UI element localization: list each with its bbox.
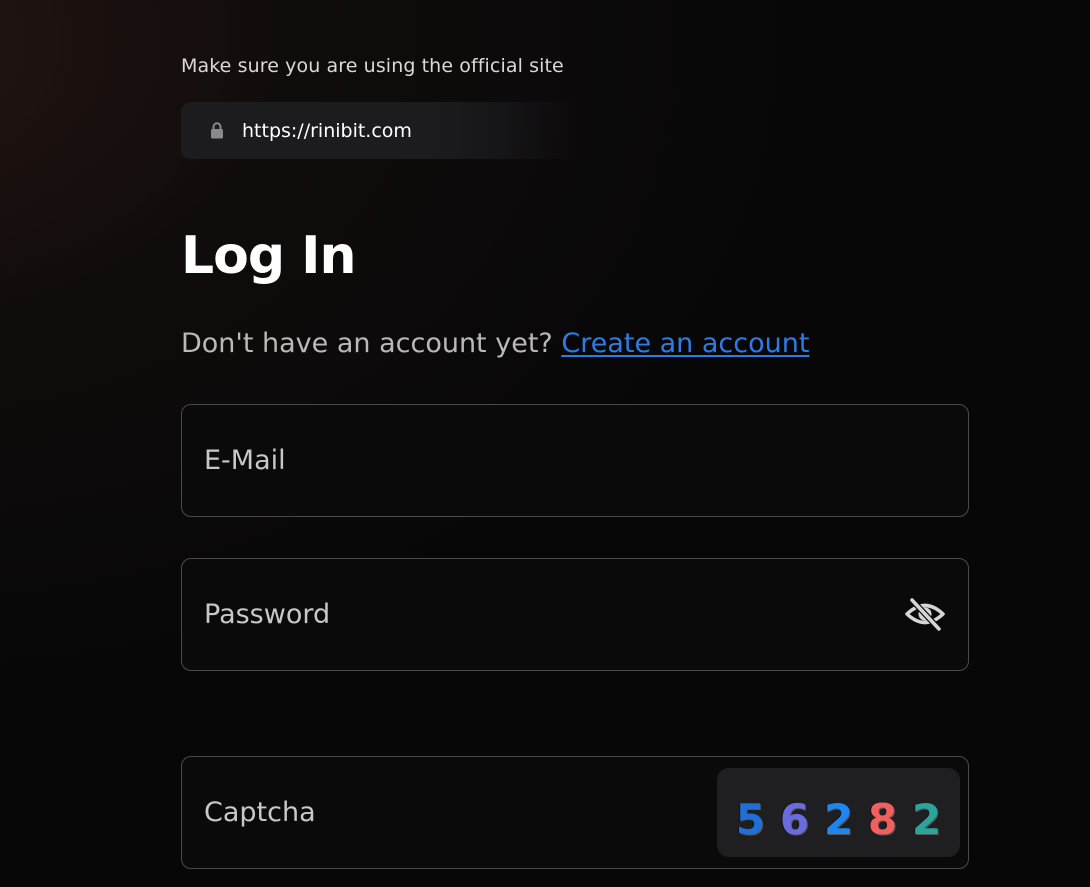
lock-icon xyxy=(209,122,224,140)
signup-prompt-text: Don't have an account yet? xyxy=(181,328,553,359)
captcha-digit: 2 xyxy=(823,794,854,844)
captcha-digit: 5 xyxy=(735,794,766,844)
email-input[interactable] xyxy=(204,405,844,516)
captcha-image[interactable]: 5 6 2 8 2 xyxy=(717,768,960,857)
official-url: https://rinibit.com xyxy=(242,119,412,142)
official-url-bar: https://rinibit.com xyxy=(181,102,581,159)
create-account-link[interactable]: Create an account xyxy=(561,328,809,359)
email-field-container xyxy=(181,404,969,517)
captcha-digit: 2 xyxy=(911,794,942,844)
captcha-digit: 6 xyxy=(779,794,810,844)
password-input[interactable] xyxy=(204,559,844,670)
eye-off-icon[interactable] xyxy=(904,595,946,633)
signup-prompt-row: Don't have an account yet? Create an acc… xyxy=(181,328,809,359)
captcha-input[interactable] xyxy=(204,757,704,868)
page-title: Log In xyxy=(181,226,357,286)
captcha-digit: 8 xyxy=(867,794,898,844)
official-site-notice: Make sure you are using the official sit… xyxy=(181,55,564,77)
password-field-container xyxy=(181,558,969,671)
captcha-field-container: 5 6 2 8 2 xyxy=(181,756,969,869)
